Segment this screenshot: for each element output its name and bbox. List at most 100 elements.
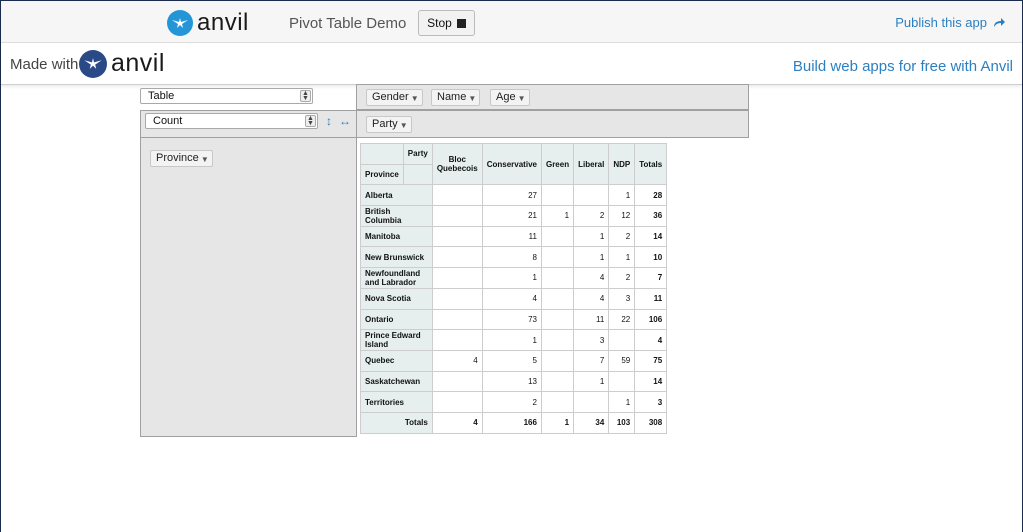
value-cell: 4 xyxy=(481,287,542,310)
value-cell xyxy=(608,329,636,351)
totals-row: Totals 4 166 1 34 103 308 xyxy=(360,411,668,434)
col-attr-header: Party xyxy=(402,143,433,165)
value-cell: 13 xyxy=(481,370,542,393)
attr-pill-province[interactable]: Province ▼ xyxy=(150,150,213,167)
value-cell: 2 xyxy=(608,225,636,248)
pivot-table: Party Bloc Quebecois Conservative Green Libe… xyxy=(360,142,668,434)
column-header: NDP xyxy=(608,142,636,186)
row-total-cell: 11 xyxy=(634,287,668,310)
anvil-logo[interactable]: anvil xyxy=(167,9,249,37)
caret-down-icon[interactable]: ▼ xyxy=(518,91,526,106)
build-web-apps-link[interactable]: Build web apps for free with Anvil xyxy=(793,58,1013,75)
table-row: Alberta 27 1 28 xyxy=(360,184,668,207)
made-with-text: Made with xyxy=(10,56,79,73)
made-with-anvil-bar: Made with anvil Build web apps for free … xyxy=(1,43,1022,85)
totals-row-label: Totals xyxy=(360,411,433,434)
row-total-cell: 14 xyxy=(634,225,668,248)
row-total-cell: 75 xyxy=(634,349,668,372)
value-cell xyxy=(540,391,575,413)
value-cell: 1 xyxy=(608,391,636,413)
attr-pill-label: Province xyxy=(156,152,199,164)
value-cell: 1 xyxy=(608,184,636,207)
publish-app-link[interactable]: Publish this app xyxy=(895,15,1006,30)
value-cell: 1 xyxy=(573,370,610,393)
attr-pill-party[interactable]: Party ▼ xyxy=(366,116,412,133)
column-header: Green xyxy=(540,142,575,186)
row-label: Manitoba xyxy=(360,225,433,248)
row-label: Territories xyxy=(360,391,433,413)
value-cell xyxy=(431,267,483,289)
value-cell: 59 xyxy=(608,349,636,372)
value-cell: 7 xyxy=(573,349,610,372)
row-label: British Columbia xyxy=(360,205,433,227)
row-total-cell: 7 xyxy=(634,267,668,289)
column-total-cell: 4 xyxy=(431,411,483,434)
row-label: Saskatchewan xyxy=(360,370,433,393)
row-order-toggle-icon[interactable]: ↕ xyxy=(326,114,332,128)
value-cell xyxy=(573,391,610,413)
attr-pill-label: Party xyxy=(372,118,398,130)
col-order-toggle-icon[interactable]: ↔ xyxy=(339,114,351,128)
column-attributes-area xyxy=(356,110,749,138)
table-row: Quebec 4 5 7 59 75 xyxy=(360,349,668,372)
share-arrow-icon xyxy=(994,18,1005,27)
row-total-cell: 36 xyxy=(634,205,668,227)
aggregator-select-value: Count xyxy=(153,115,183,127)
caret-down-icon[interactable]: ▼ xyxy=(201,152,209,167)
caret-down-icon[interactable]: ▼ xyxy=(411,91,419,106)
attr-pill-age[interactable]: Age ▼ xyxy=(490,89,530,106)
caret-down-icon[interactable]: ▼ xyxy=(468,91,476,106)
value-cell xyxy=(540,349,575,372)
anvil-bird-icon xyxy=(167,10,193,36)
row-label: Newfoundland and Labrador xyxy=(360,267,433,289)
anvil-logo-word: anvil xyxy=(197,9,249,36)
value-cell xyxy=(540,225,575,248)
value-cell xyxy=(431,370,483,393)
grand-total-cell: 308 xyxy=(634,411,668,434)
column-header: Conservative xyxy=(481,142,542,186)
attr-pill-name[interactable]: Name ▼ xyxy=(431,89,481,106)
value-cell: 8 xyxy=(481,246,542,269)
value-cell xyxy=(431,246,483,269)
row-attr-header: Province xyxy=(360,163,404,186)
aggregator-select[interactable]: Count ▲ ▼ xyxy=(145,113,318,129)
value-cell: 3 xyxy=(608,287,636,310)
caret-down-icon[interactable]: ▼ xyxy=(400,118,408,133)
made-with-anvil-logo[interactable]: anvil xyxy=(79,49,165,78)
value-cell xyxy=(540,308,575,331)
stop-square-icon xyxy=(456,18,466,28)
renderer-select-value: Table xyxy=(148,90,175,102)
column-header: Liberal xyxy=(573,142,610,186)
value-cell xyxy=(431,308,483,331)
value-cell: 4 xyxy=(573,267,610,289)
value-cell xyxy=(540,246,575,269)
column-header: Bloc Quebecois xyxy=(431,142,483,186)
table-row: Territories 2 1 3 xyxy=(360,391,668,413)
value-cell xyxy=(540,370,575,393)
value-cell: 1 xyxy=(481,267,542,289)
value-cell xyxy=(608,370,636,393)
row-total-cell: 106 xyxy=(634,308,668,331)
value-cell: 1 xyxy=(573,225,610,248)
attr-pill-gender[interactable]: Gender ▼ xyxy=(366,89,423,106)
stop-button[interactable]: Stop xyxy=(418,10,475,36)
table-row: Nova Scotia 4 4 3 11 xyxy=(360,287,668,310)
value-cell: 1 xyxy=(481,329,542,351)
attr-pill-label: Gender xyxy=(372,91,409,103)
value-cell: 1 xyxy=(540,205,575,227)
row-total-cell: 14 xyxy=(634,370,668,393)
value-cell: 12 xyxy=(608,205,636,227)
column-total-cell: 34 xyxy=(573,411,610,434)
value-cell xyxy=(431,225,483,248)
stop-label: Stop xyxy=(427,16,452,30)
row-label: New Brunswick xyxy=(360,246,433,269)
header-corner-cell xyxy=(360,143,404,165)
value-cell: 5 xyxy=(481,349,542,372)
anvil-logo-word: anvil xyxy=(111,49,165,77)
value-cell: 2 xyxy=(481,391,542,413)
renderer-select[interactable]: Table ▲ ▼ xyxy=(140,88,313,104)
table-row: New Brunswick 8 1 1 10 xyxy=(360,246,668,269)
table-row: Ontario 73 11 22 106 xyxy=(360,308,668,331)
table-row: Saskatchewan 13 1 14 xyxy=(360,370,668,393)
select-arrows-icon: ▲ ▼ xyxy=(305,115,316,127)
